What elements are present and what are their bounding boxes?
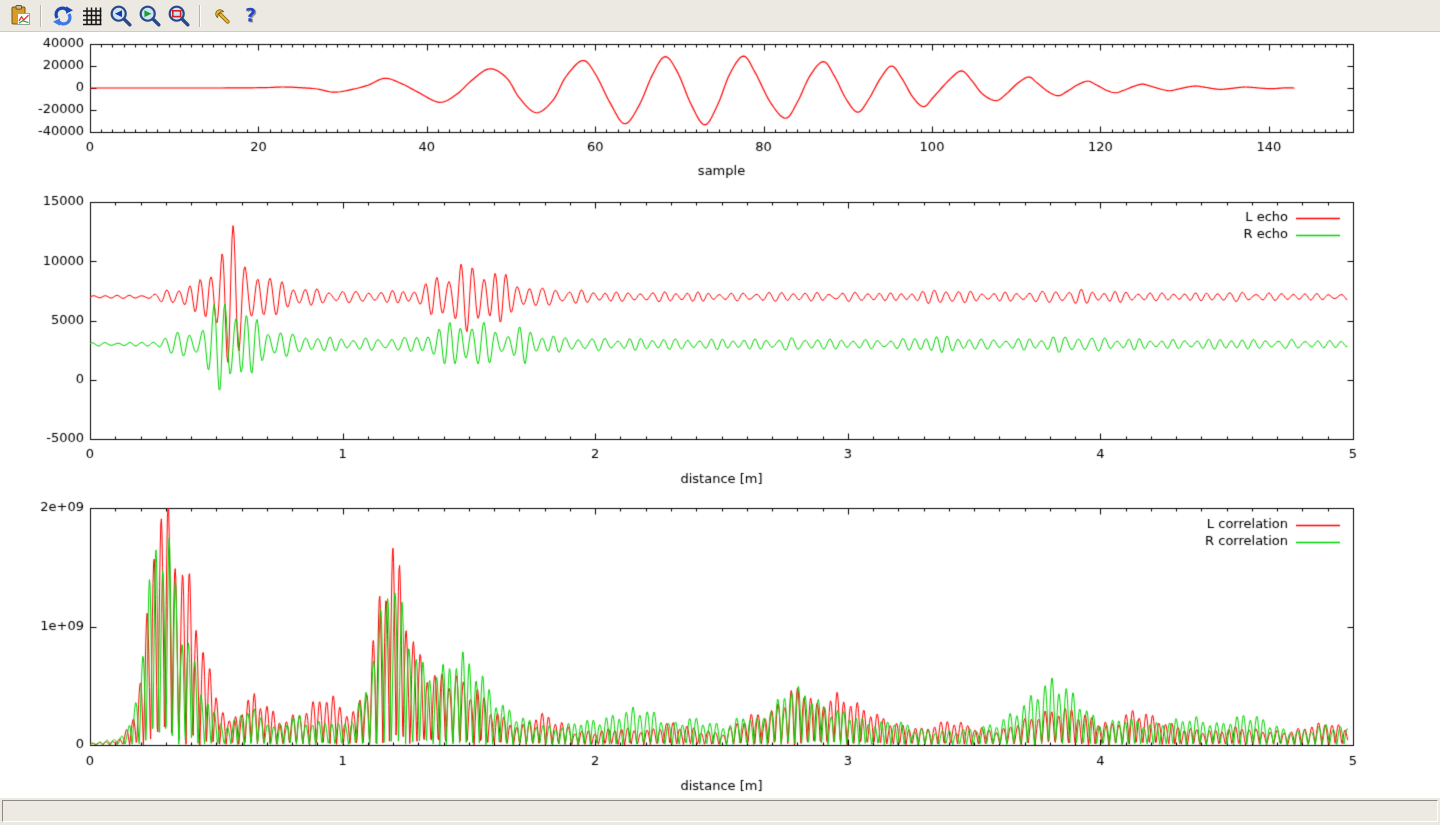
toolbar: ? ? (0, 0, 1440, 32)
gnuplot-window: ? ? (0, 0, 1440, 825)
magnifier-right-arrow-icon (138, 4, 162, 28)
plot-area (0, 32, 1440, 798)
clipboard-plot-icon (8, 4, 32, 28)
status-text (2, 800, 1438, 822)
refresh-icon (51, 4, 75, 28)
magnifier-rectangle-icon (167, 4, 191, 28)
configure-button[interactable] (208, 2, 235, 29)
copy-to-clipboard-button[interactable] (6, 2, 33, 29)
zoom-next-button[interactable] (136, 2, 163, 29)
question-mark-icon: ? ? (239, 4, 263, 28)
magnifier-left-arrow-icon (109, 4, 133, 28)
toolbar-separator (40, 5, 42, 27)
plot-canvas[interactable] (0, 32, 1440, 798)
replot-button[interactable] (49, 2, 76, 29)
status-bar (0, 798, 1440, 825)
toggle-grid-button[interactable] (78, 2, 105, 29)
toolbar-separator (199, 5, 201, 27)
wrench-icon (210, 4, 234, 28)
svg-text:?: ? (245, 4, 256, 26)
grid-icon (80, 4, 104, 28)
autoscale-button[interactable] (165, 2, 192, 29)
help-button[interactable]: ? ? (237, 2, 264, 29)
zoom-previous-button[interactable] (107, 2, 134, 29)
